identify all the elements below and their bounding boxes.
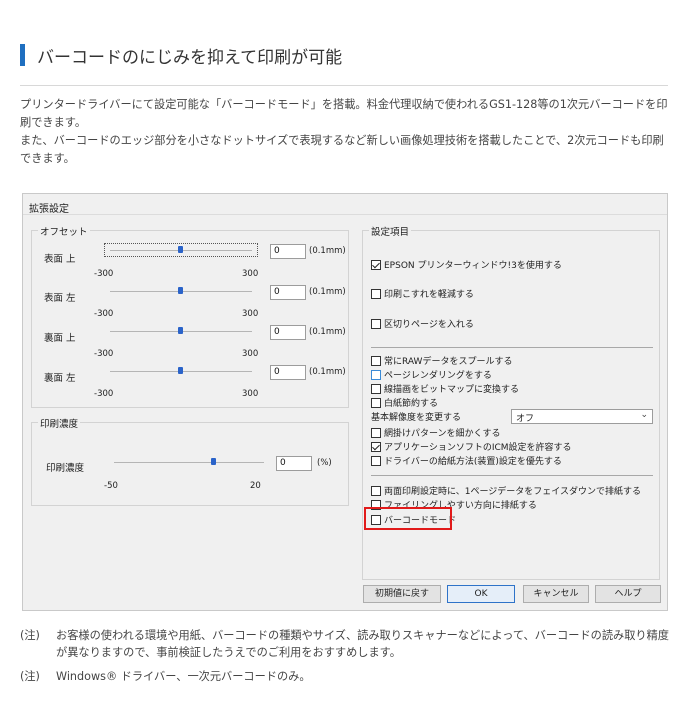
- option-allow-icm-label: アプリケーションソフトのICM設定を許容する: [384, 443, 572, 453]
- option-raw-spool-label: 常にRAWデータをスプールする: [384, 357, 513, 367]
- note-item: (注) Windows® ドライバー、一次元バーコードのみ。: [20, 668, 680, 685]
- option-skip-blank-label: 白紙節約する: [384, 399, 439, 409]
- note-text: Windows® ドライバー、一次元バーコードのみ。: [56, 670, 311, 683]
- option-allow-icm-checkbox[interactable]: [371, 441, 381, 452]
- density-min: -50: [104, 481, 118, 491]
- option-skip-blank-checkbox[interactable]: [371, 397, 381, 408]
- intro-text: プリンタードライバーにて設定可能な「バーコードモード」を搭載。料金代理収納で使わ…: [20, 96, 670, 168]
- density-group-label: 印刷濃度: [38, 416, 81, 430]
- option-allow-icm[interactable]: アプリケーションソフトのICM設定を許容する: [371, 440, 572, 453]
- option-line-bitmap-label: 線描画をビットマップに変換する: [384, 385, 520, 395]
- option-fine-pattern-label: 網掛けパターンを細かくする: [384, 429, 501, 439]
- dialog-title: 拡張設定: [29, 204, 69, 215]
- settings-divider-2: [371, 475, 653, 476]
- offset-front-top-max: 300: [242, 269, 259, 279]
- option-epson-status-window[interactable]: EPSON プリンターウィンドウ!3を使用する: [371, 258, 562, 271]
- option-page-render[interactable]: ページレンダリングをする: [371, 368, 492, 381]
- offset-front-top-min: -300: [94, 269, 114, 279]
- option-epson-status-window-label: EPSON プリンターウィンドウ!3を使用する: [384, 261, 562, 271]
- offset-group: オフセット 表面 上 -300 300 0 (0.1mm) 表面 左 -300 …: [31, 224, 349, 408]
- offset-front-left-max: 300: [242, 309, 259, 319]
- offset-back-left-label: 裏面 左: [44, 373, 76, 384]
- option-reduce-smudge-checkbox[interactable]: [371, 288, 381, 299]
- offset-back-top-max: 300: [242, 349, 259, 359]
- offset-front-left-input[interactable]: 0: [270, 285, 306, 300]
- resolution-select[interactable]: オフ ⌄: [511, 409, 653, 424]
- reset-defaults-button[interactable]: 初期値に戻す: [363, 585, 441, 603]
- option-driver-paper-source-label: ドライバーの給紙方法(装置)設定を優先する: [384, 457, 562, 467]
- offset-group-label: オフセット: [38, 224, 90, 238]
- offset-back-left-unit: (0.1mm): [309, 367, 346, 377]
- option-raw-spool-checkbox[interactable]: [371, 355, 381, 366]
- offset-back-left-min: -300: [94, 389, 114, 399]
- density-input[interactable]: 0: [276, 456, 312, 471]
- offset-front-left-min: -300: [94, 309, 114, 319]
- density-slider[interactable]: [114, 462, 264, 463]
- resolution-select-value: オフ: [516, 414, 535, 424]
- option-epson-status-window-checkbox[interactable]: [371, 259, 381, 270]
- option-reduce-smudge-label: 印刷こすれを軽減する: [384, 290, 474, 300]
- note-label: (注): [20, 629, 40, 642]
- option-separator-page[interactable]: 区切りページを入れる: [371, 317, 474, 330]
- offset-front-top-thumb[interactable]: [178, 246, 183, 253]
- option-reduce-smudge[interactable]: 印刷こすれを軽減する: [371, 287, 474, 300]
- offset-back-top-min: -300: [94, 349, 114, 359]
- note-text: お客様の使われる環境や用紙、バーコードの種類やサイズ、読み取りスキャナーなどによ…: [56, 629, 669, 659]
- offset-front-left-unit: (0.1mm): [309, 287, 346, 297]
- offset-back-top-thumb[interactable]: [178, 327, 183, 334]
- notes: (注) お客様の使われる環境や用紙、バーコードの種類やサイズ、読み取りスキャナー…: [20, 627, 680, 692]
- offset-front-top-input[interactable]: 0: [270, 244, 306, 259]
- option-line-bitmap[interactable]: 線描画をビットマップに変換する: [371, 382, 519, 395]
- offset-back-top-input[interactable]: 0: [270, 325, 306, 340]
- intro-paragraph-1: プリンタードライバーにて設定可能な「バーコードモード」を搭載。料金代理収納で使わ…: [20, 98, 668, 129]
- cancel-button[interactable]: キャンセル: [523, 585, 589, 603]
- offset-back-top-unit: (0.1mm): [309, 327, 346, 337]
- note-label: (注): [20, 670, 40, 683]
- extended-settings-dialog: 拡張設定 オフセット 表面 上 -300 300 0 (0.1mm) 表面 左 …: [22, 193, 668, 611]
- resolution-label: 基本解像度を変更する: [371, 413, 462, 423]
- option-raw-spool[interactable]: 常にRAWデータをスプールする: [371, 354, 512, 367]
- option-duplex-facedown-checkbox[interactable]: [371, 485, 381, 496]
- page-title: バーコードのにじみを抑えて印刷が可能: [37, 48, 343, 68]
- offset-back-top-label: 裏面 上: [44, 333, 76, 344]
- option-page-render-checkbox[interactable]: [371, 369, 381, 380]
- settings-group: 設定項目 EPSON プリンターウィンドウ!3を使用する 印刷こすれを軽減する …: [362, 224, 660, 580]
- section-heading: バーコードのにじみを抑えて印刷が可能: [20, 40, 668, 86]
- help-button[interactable]: ヘルプ: [595, 585, 661, 603]
- chevron-down-icon: ⌄: [640, 410, 648, 420]
- density-group: 印刷濃度 印刷濃度 -50 20 0 (%): [31, 416, 349, 506]
- option-driver-paper-source[interactable]: ドライバーの給紙方法(装置)設定を優先する: [371, 454, 562, 467]
- note-item: (注) お客様の使われる環境や用紙、バーコードの種類やサイズ、読み取りスキャナー…: [20, 627, 680, 661]
- offset-back-left-max: 300: [242, 389, 259, 399]
- option-duplex-facedown-label: 両面印刷設定時に、1ページデータをフェイスダウンで排紙する: [384, 487, 642, 497]
- ok-button[interactable]: OK: [447, 585, 515, 603]
- offset-front-left-label: 表面 左: [44, 293, 76, 304]
- option-duplex-facedown[interactable]: 両面印刷設定時に、1ページデータをフェイスダウンで排紙する: [371, 484, 641, 497]
- option-fine-pattern[interactable]: 網掛けパターンを細かくする: [371, 426, 501, 439]
- option-separator-page-checkbox[interactable]: [371, 318, 381, 329]
- density-thumb[interactable]: [211, 458, 216, 465]
- option-separator-page-label: 区切りページを入れる: [384, 320, 474, 330]
- option-driver-paper-source-checkbox[interactable]: [371, 455, 381, 466]
- intro-paragraph-2: また、バーコードのエッジ部分を小さなドットサイズで表現するなど新しい画像処理技術…: [20, 134, 664, 165]
- offset-back-left-input[interactable]: 0: [270, 365, 306, 380]
- density-row-label: 印刷濃度: [46, 463, 85, 474]
- barcode-mode-highlight: [364, 507, 452, 530]
- density-unit: (%): [317, 458, 332, 468]
- option-skip-blank[interactable]: 白紙節約する: [371, 396, 438, 409]
- offset-front-top-label: 表面 上: [44, 254, 76, 265]
- offset-front-left-thumb[interactable]: [178, 287, 183, 294]
- offset-front-top-unit: (0.1mm): [309, 246, 346, 256]
- settings-group-label: 設定項目: [369, 224, 412, 238]
- option-line-bitmap-checkbox[interactable]: [371, 383, 381, 394]
- heading-accent-bar: [20, 44, 25, 66]
- density-max: 20: [250, 481, 261, 491]
- settings-divider-1: [371, 347, 653, 348]
- option-fine-pattern-checkbox[interactable]: [371, 427, 381, 438]
- offset-back-left-thumb[interactable]: [178, 367, 183, 374]
- dialog-title-divider: [23, 214, 667, 215]
- option-page-render-label: ページレンダリングをする: [384, 371, 492, 381]
